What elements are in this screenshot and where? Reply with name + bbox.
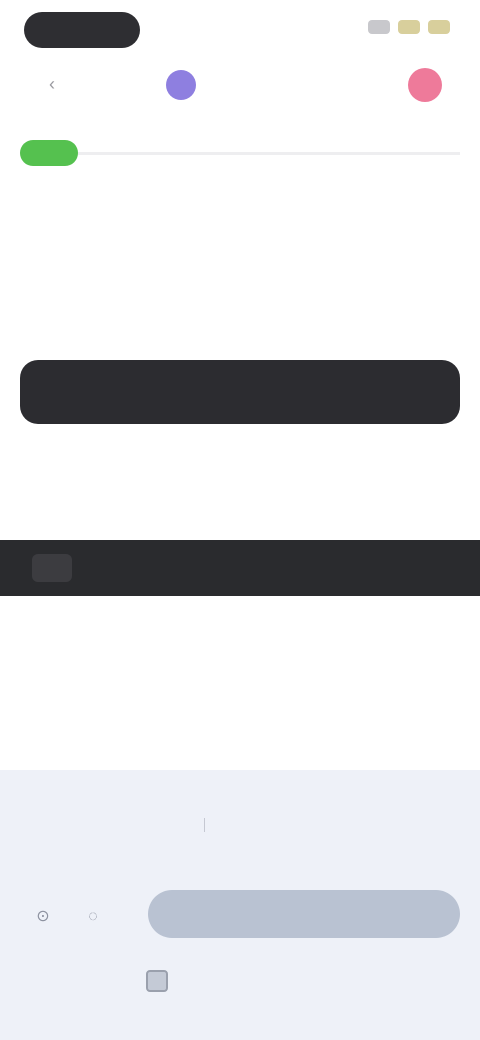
tab-row xyxy=(160,818,249,832)
status-icons xyxy=(368,20,450,34)
top-toolbar: ‹ xyxy=(0,62,480,112)
status-pill xyxy=(24,12,140,48)
info-banner[interactable] xyxy=(0,540,480,596)
bottom-panel: ⊙ ◌ xyxy=(0,770,480,1040)
submit-button[interactable] xyxy=(148,890,460,938)
signal-icon xyxy=(368,20,390,34)
account-avatar-icon xyxy=(166,70,196,100)
progress-badge xyxy=(20,140,78,166)
progress-row xyxy=(20,138,460,168)
agreement-checkbox[interactable] xyxy=(146,970,168,992)
account-chip[interactable] xyxy=(166,70,262,100)
battery-icon xyxy=(428,20,450,34)
action-icon-1[interactable]: ⊙ xyxy=(30,904,56,930)
progress-track xyxy=(20,152,460,155)
banner-icon xyxy=(32,554,72,582)
wifi-icon xyxy=(398,20,420,34)
status-bar xyxy=(0,0,480,60)
left-actions: ⊙ ◌ xyxy=(30,904,106,930)
back-icon[interactable]: ‹ xyxy=(40,72,64,96)
action-icon-2[interactable]: ◌ xyxy=(80,904,106,930)
agreement-row[interactable] xyxy=(146,970,178,992)
code-field[interactable] xyxy=(20,360,460,424)
tab-divider xyxy=(204,818,205,832)
profile-avatar[interactable] xyxy=(408,68,442,102)
